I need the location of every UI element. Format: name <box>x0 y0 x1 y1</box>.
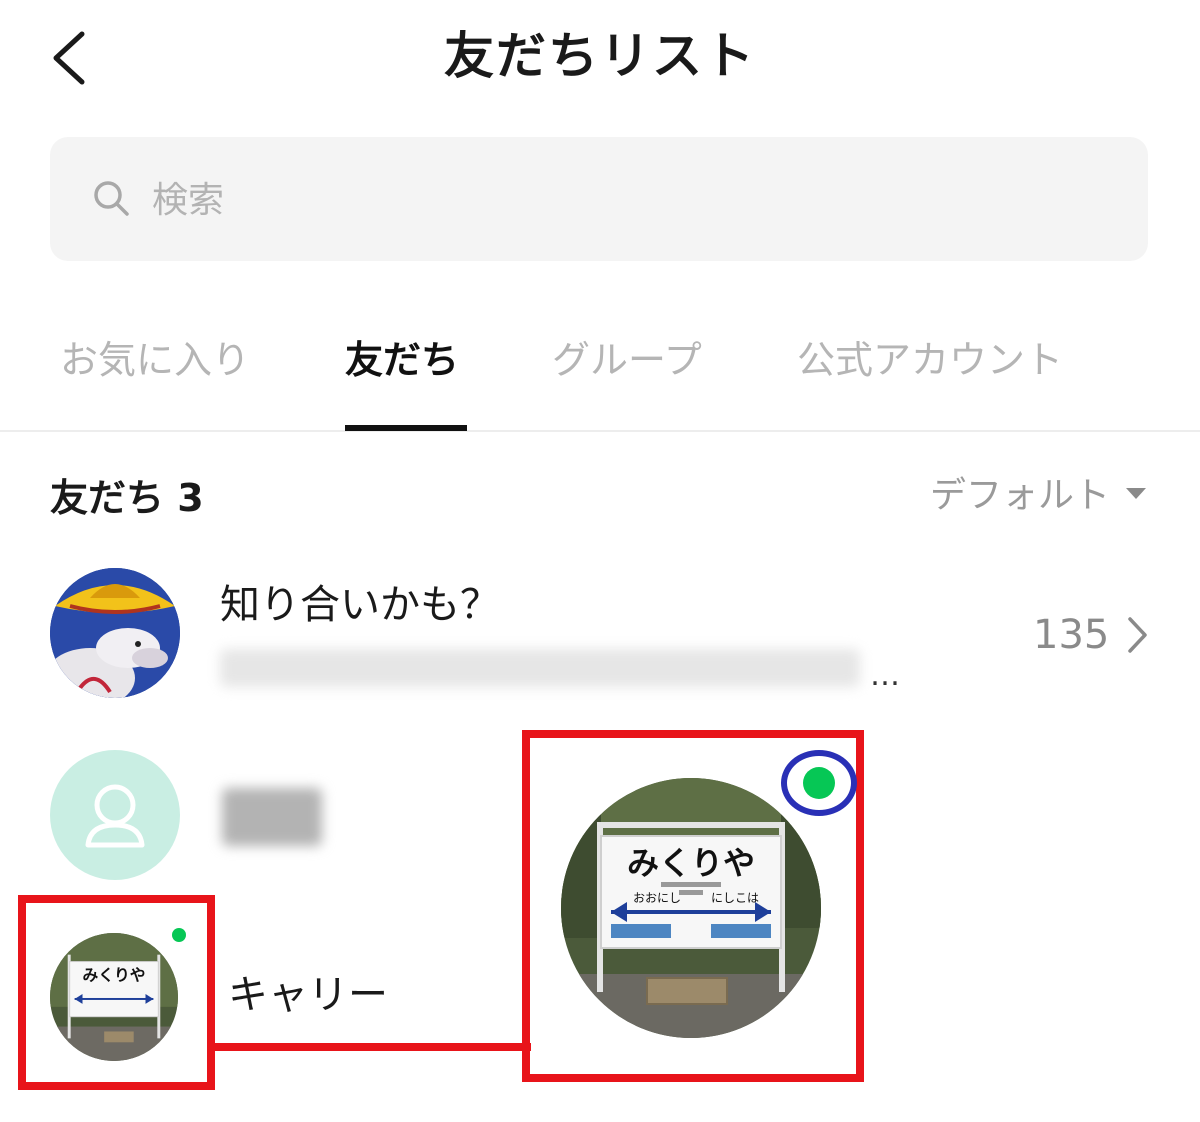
friend-row-carrie[interactable]: みくりや キャリー <box>0 895 500 1090</box>
sort-label: デフォルト <box>930 475 1111 516</box>
online-status-dot <box>172 928 186 942</box>
avatar: みくりや <box>50 933 178 1061</box>
tabs-divider <box>0 430 1200 432</box>
highlight-connector <box>211 1043 531 1051</box>
station-sign-photo-zoomed: みくりや おおにし にしこは <box>561 778 821 1038</box>
avatar <box>50 750 180 880</box>
search-box[interactable] <box>50 137 1148 261</box>
caret-down-icon <box>1126 487 1147 499</box>
suggestion-title: 知り合いかも？ <box>220 582 500 628</box>
blurred-name <box>222 788 322 846</box>
sign-right-station: にしこは <box>711 891 759 905</box>
online-status-dot-zoomed <box>803 767 835 799</box>
suggestion-count: 135 <box>1033 612 1110 658</box>
suggestion-row[interactable]: 知り合いかも？ … 135 <box>0 560 1200 710</box>
tab-groups[interactable]: グループ <box>552 330 702 390</box>
sign-station-name: みくりや <box>627 844 755 882</box>
search-icon <box>94 181 129 216</box>
ellipsis: … <box>870 658 900 693</box>
sign-station-name: みくりや <box>83 965 146 984</box>
tab-official-accounts[interactable]: 公式アカウント <box>797 330 1063 390</box>
sombrero-dog-picture <box>50 568 180 698</box>
friend-name: キャリー <box>228 972 388 1018</box>
friends-count-label: 友だち 3 <box>50 476 204 520</box>
sign-left-station: おおにし <box>633 891 681 905</box>
active-tab-indicator <box>345 425 467 431</box>
station-sign-photo: みくりや <box>50 933 178 1061</box>
avatar-zoomed: みくりや おおにし にしこは <box>561 778 821 1038</box>
tab-friends[interactable]: 友だち <box>345 330 459 390</box>
search-input[interactable] <box>150 167 1054 233</box>
chevron-right-icon <box>1128 617 1147 653</box>
blurred-text <box>220 649 860 687</box>
sort-dropdown[interactable]: デフォルト <box>930 468 1147 524</box>
default-person-icon <box>85 784 145 848</box>
page-title: 友だちリスト <box>444 27 756 85</box>
friend-row[interactable] <box>0 740 500 890</box>
tab-favorites[interactable]: お気に入り <box>60 330 250 390</box>
avatar <box>50 568 180 698</box>
